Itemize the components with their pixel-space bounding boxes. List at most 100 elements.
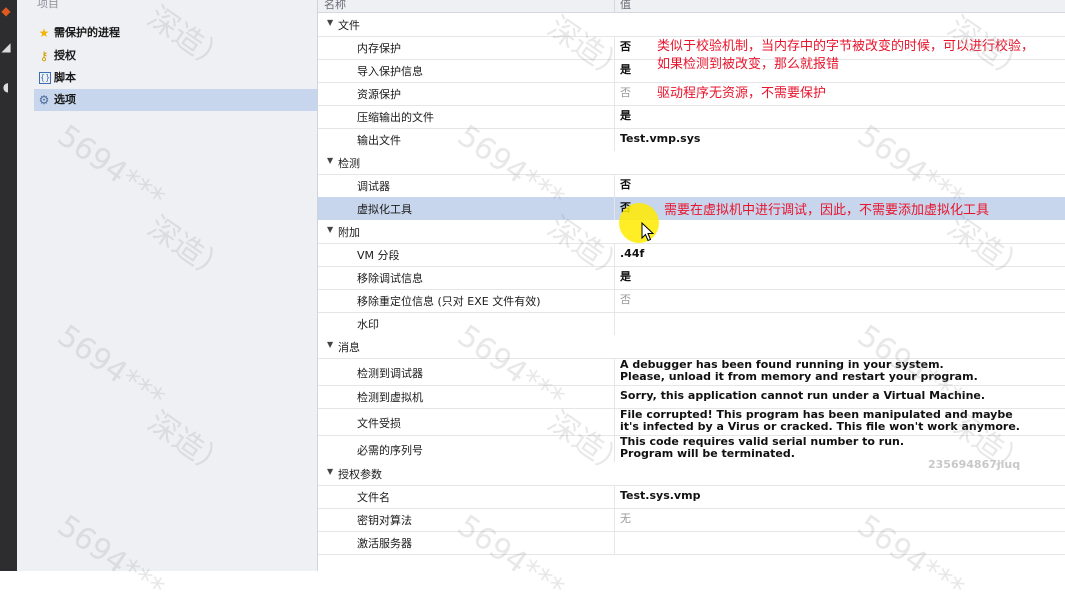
project-tree: 项目 ★ 需保护的进程 ⚷ 授权 {} 脚本 ⚙ 选项 (17, 0, 318, 571)
property-name: 检测到虚拟机 (357, 391, 423, 404)
tree-item-protected-processes[interactable]: ★ 需保护的进程 (34, 22, 317, 44)
toolbar-icon[interactable]: ◖ (0, 80, 12, 94)
property-row[interactable]: 检测到虚拟机 Sorry, this application cannot run… (318, 385, 1065, 409)
column-separator (614, 408, 615, 435)
column-separator (614, 435, 615, 462)
property-name: 文件名 (357, 491, 390, 504)
column-divider[interactable] (614, 0, 615, 12)
grid-category[interactable]: ▼ 文件 (318, 13, 1065, 37)
property-name: 检测到调试器 (357, 367, 423, 380)
property-value[interactable]: 是 (620, 271, 631, 283)
script-icon: {} (39, 72, 51, 84)
property-row[interactable]: 文件受损 File corrupted! This program has bee… (318, 408, 1065, 436)
property-name: 资源保护 (357, 88, 401, 101)
collapse-triangle-icon[interactable]: ▼ (327, 340, 333, 349)
property-row[interactable]: 检测到调试器 A debugger has been found running … (318, 358, 1065, 386)
property-value[interactable]: 否 (620, 179, 631, 191)
column-separator (614, 174, 615, 197)
category-label: 授权参数 (338, 468, 382, 481)
column-separator (614, 385, 615, 408)
property-value[interactable]: .44f (620, 248, 644, 260)
collapse-triangle-icon[interactable]: ▼ (327, 467, 333, 476)
tree-item-label: 脚本 (54, 71, 76, 84)
property-value[interactable]: A debugger has been found running in you… (620, 359, 978, 383)
grid-header: 名称 值 (318, 0, 1065, 13)
annotation-line: 类似于校验机制，当内存中的字节被改变的时候，可以进行校验， (657, 39, 1035, 54)
property-value[interactable]: Sorry, this application cannot run under… (620, 390, 985, 402)
property-row[interactable]: 水印 (318, 312, 1065, 336)
property-name: 虚拟化工具 (357, 203, 412, 216)
tree-item-licenses[interactable]: ⚷ 授权 (34, 45, 317, 67)
toolbar-icon[interactable]: ◢ (0, 40, 12, 54)
column-separator (614, 485, 615, 508)
property-row[interactable]: VM 分段 .44f (318, 243, 1065, 267)
tree-item-script[interactable]: {} 脚本 (34, 67, 317, 89)
annotation-resource-protection: 驱动程序无资源，不需要保护 (657, 86, 827, 101)
annotation-virtualization-tools: 需要在虚拟机中进行调试，因此，不需要添加虚拟化工具 (664, 203, 990, 218)
column-separator (614, 105, 615, 128)
mouse-cursor-icon (641, 222, 655, 242)
property-row[interactable]: 移除重定位信息 (只对 EXE 文件有效) 否 (318, 289, 1065, 313)
property-name: 文件受损 (357, 417, 401, 430)
property-name: 激活服务器 (357, 537, 412, 550)
category-label: 消息 (338, 341, 360, 354)
column-separator (614, 312, 615, 335)
app-icon[interactable]: ◆ (0, 4, 12, 18)
column-separator (614, 36, 615, 59)
property-name: 移除调试信息 (357, 272, 423, 285)
property-value[interactable]: 否 (620, 41, 631, 53)
column-header-name[interactable]: 名称 (324, 0, 346, 12)
property-row[interactable]: 输出文件 Test.vmp.sys (318, 128, 1065, 152)
column-separator (614, 289, 615, 312)
grid-category[interactable]: ▼ 检测 (318, 151, 1065, 175)
property-value[interactable]: File corrupted! This program has been ma… (620, 409, 1020, 433)
left-toolbar-strip: ◆ ◢ ◖ (0, 0, 17, 571)
grid-category[interactable]: ▼ 消息 (318, 335, 1065, 359)
property-value[interactable]: 否 (620, 87, 631, 99)
property-value[interactable]: Test.sys.vmp (620, 490, 700, 502)
property-name: 移除重定位信息 (只对 EXE 文件有效) (357, 295, 541, 308)
column-separator (614, 197, 615, 220)
property-name: 调试器 (357, 180, 390, 193)
property-name: 密钥对算法 (357, 514, 412, 527)
annotation-memory-protection: 类似于校验机制，当内存中的字节被改变的时候，可以进行校验， 如果检测到被改变，那… (657, 38, 1034, 74)
category-label: 附加 (338, 226, 360, 239)
watermark-corner: 235694867jiuq (928, 458, 1021, 471)
property-value[interactable]: This code requires valid serial number t… (620, 436, 904, 460)
collapse-triangle-icon[interactable]: ▼ (327, 18, 333, 27)
column-header-value[interactable]: 值 (620, 0, 631, 12)
column-separator (614, 82, 615, 105)
property-value[interactable]: 是 (620, 64, 631, 76)
property-row[interactable]: 密钥对算法 无 (318, 508, 1065, 532)
property-value[interactable]: 否 (620, 294, 631, 306)
tree-item-label: 授权 (54, 49, 76, 62)
column-separator (614, 243, 615, 266)
property-name: VM 分段 (357, 249, 400, 262)
property-row[interactable]: 调试器 否 (318, 174, 1065, 198)
gear-icon: ⚙ (38, 93, 50, 107)
property-name: 输出文件 (357, 134, 401, 147)
collapse-triangle-icon[interactable]: ▼ (327, 156, 333, 165)
property-row[interactable]: 压缩输出的文件 是 (318, 105, 1065, 129)
property-value[interactable]: Test.vmp.sys (620, 133, 700, 145)
property-row[interactable]: 激活服务器 (318, 531, 1065, 555)
category-label: 检测 (338, 157, 360, 170)
column-separator (614, 508, 615, 531)
tree-item-label: 需保护的进程 (54, 26, 120, 39)
property-name: 必需的序列号 (357, 444, 423, 457)
column-separator (614, 531, 615, 554)
property-value[interactable]: 是 (620, 110, 631, 122)
property-name: 水印 (357, 318, 379, 331)
tree-item-label: 选项 (54, 93, 76, 106)
category-label: 文件 (338, 19, 360, 32)
collapse-triangle-icon[interactable]: ▼ (327, 225, 333, 234)
property-row[interactable]: 文件名 Test.sys.vmp (318, 485, 1065, 509)
grid-category[interactable]: ▼ 附加 (318, 220, 1065, 244)
column-separator (614, 266, 615, 289)
property-value[interactable]: 无 (620, 513, 631, 525)
tree-item-options[interactable]: ⚙ 选项 (34, 89, 317, 111)
column-separator (614, 59, 615, 82)
property-row[interactable]: 移除调试信息 是 (318, 266, 1065, 290)
tree-header: 项目 (37, 0, 59, 10)
property-name: 压缩输出的文件 (357, 111, 434, 124)
